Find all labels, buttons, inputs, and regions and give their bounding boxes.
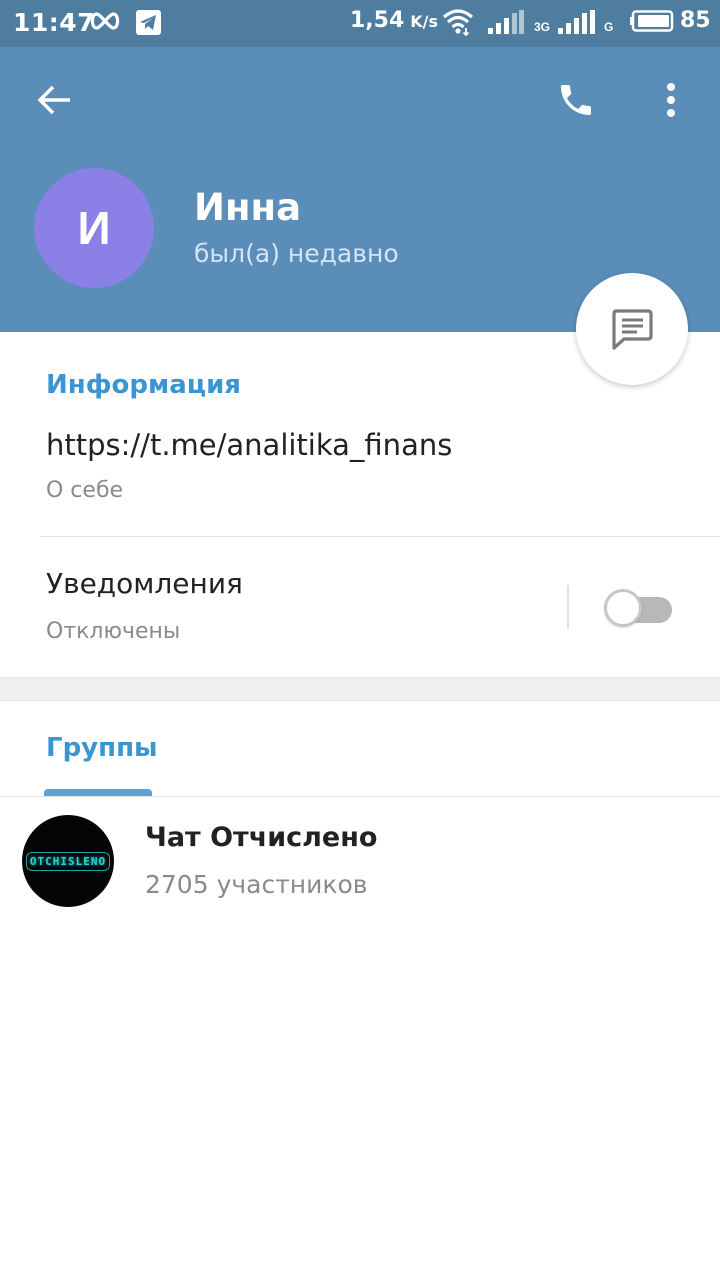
- section-gap: [0, 677, 720, 701]
- message-icon: [612, 309, 653, 350]
- network-speed: 1,54 K/s: [350, 8, 439, 33]
- avatar[interactable]: И: [34, 168, 154, 288]
- bio-caption: О себе: [46, 478, 124, 503]
- infinity-icon: [90, 12, 120, 30]
- notifications-label: Уведомления: [46, 567, 243, 600]
- last-seen-status: был(а) недавно: [194, 239, 399, 268]
- group-avatar: OTCHISLENO: [22, 815, 114, 907]
- arrow-left-icon: [37, 85, 70, 115]
- battery-icon: [630, 10, 674, 32]
- status-bar: 11:47 1,54 K/s 3G G 85: [0, 0, 720, 47]
- call-button[interactable]: [548, 73, 604, 127]
- groups-section-title: Группы: [46, 733, 158, 763]
- profile-name: Инна: [194, 186, 302, 229]
- notifications-toggle[interactable]: [604, 589, 672, 627]
- more-options-button[interactable]: [648, 73, 694, 127]
- phone-icon: [561, 85, 591, 115]
- status-time: 11:47: [13, 8, 96, 37]
- divider: [567, 585, 569, 629]
- toggle-knob: [604, 589, 642, 627]
- battery-percent: 85: [680, 8, 711, 33]
- group-name: Чат Отчислено: [145, 822, 378, 853]
- wifi-icon: [442, 9, 474, 36]
- more-vert-icon: [667, 83, 675, 117]
- notifications-row[interactable]: Уведомления Отключены: [0, 537, 720, 677]
- back-button[interactable]: [28, 73, 82, 127]
- group-members-count: 2705 участников: [145, 870, 368, 899]
- network-type-2: G: [604, 20, 614, 34]
- network-type-1: 3G: [534, 20, 551, 34]
- network-speed-unit: K/s: [410, 12, 439, 31]
- group-avatar-text: OTCHISLENO: [25, 851, 111, 871]
- notifications-status: Отключены: [46, 619, 181, 644]
- signal-icon: [558, 10, 595, 34]
- info-section-title: Информация: [46, 370, 241, 400]
- avatar-letter: И: [77, 202, 111, 254]
- send-message-button[interactable]: [576, 273, 688, 385]
- signal-icon: [488, 10, 524, 34]
- telegram-icon: [136, 10, 161, 35]
- groups-tab-indicator: [44, 789, 152, 796]
- list-item[interactable]: OTCHISLENO Чат Отчислено 2705 участников: [0, 797, 720, 917]
- bio-link[interactable]: https://t.me/analitika_finans: [46, 428, 452, 462]
